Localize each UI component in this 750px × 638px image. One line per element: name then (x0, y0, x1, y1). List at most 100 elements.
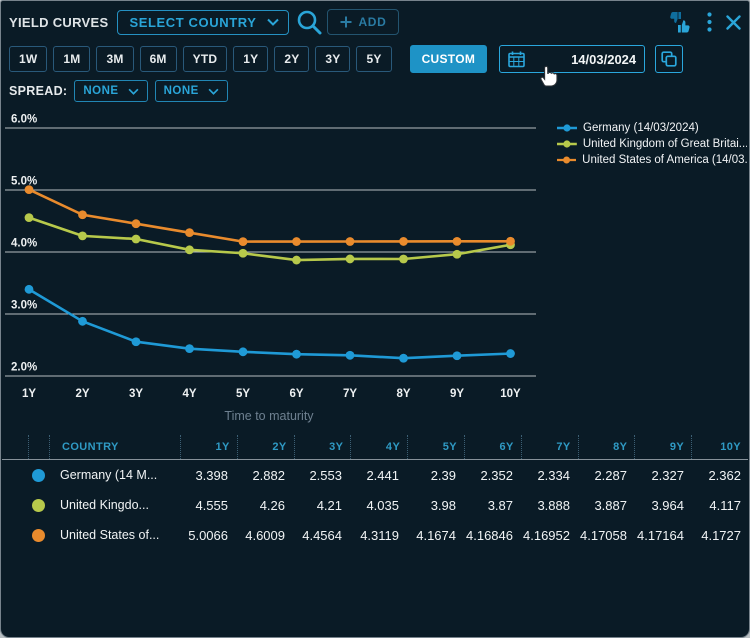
row-spacer (2, 520, 28, 550)
table-header-1y[interactable]: 1Y (181, 435, 238, 459)
chevron-down-icon (267, 18, 279, 26)
period-button-1m[interactable]: 1M (53, 46, 90, 72)
spread-label: SPREAD: (9, 84, 67, 98)
table-header-3y[interactable]: 3Y (295, 435, 352, 459)
spread-select-2-value: NONE (164, 85, 199, 97)
row-spacer (2, 460, 28, 490)
table-header-country[interactable]: COUNTRY (50, 435, 181, 459)
period-button-3y[interactable]: 3Y (315, 46, 350, 72)
yield-value-cell: 2.553 (292, 460, 349, 490)
period-button-2y[interactable]: 2Y (274, 46, 309, 72)
period-button-3m[interactable]: 3M (96, 46, 133, 72)
feedback-button[interactable] (668, 11, 693, 33)
table-header-7y[interactable]: 7Y (522, 435, 579, 459)
yield-value-cell: 3.98 (406, 490, 463, 520)
yield-value-cell: 5.0066 (178, 520, 235, 550)
chevron-down-icon (208, 88, 219, 95)
copy-icon (661, 51, 677, 67)
yield-value-cell: 3.887 (577, 490, 634, 520)
country-select[interactable]: SELECT COUNTRY (117, 10, 288, 35)
table-header-9y[interactable]: 9Y (635, 435, 692, 459)
yield-table: COUNTRY1Y2Y3Y4Y5Y6Y7Y8Y9Y10Y Germany (14… (2, 435, 748, 550)
spread-select-2[interactable]: NONE (155, 80, 228, 102)
custom-period-button[interactable]: CUSTOM (410, 45, 488, 73)
svg-text:2.0%: 2.0% (11, 362, 37, 374)
date-value: 14/03/2024 (525, 52, 636, 67)
yield-value-cell: 4.555 (178, 490, 235, 520)
legend-item[interactable]: United Kingdom of Great Britai... (557, 138, 747, 150)
legend-label: Germany (14/03/2024) (583, 122, 699, 134)
series-color-dot (28, 460, 48, 490)
yield-curves-window: YIELD CURVES SELECT COUNTRY ADD (0, 0, 750, 638)
table-header-10y[interactable]: 10Y (692, 435, 748, 459)
period-button-group: 1W1M3M 6MYTD1Y2Y3Y5Y (9, 46, 392, 72)
yield-value-cell: 4.1674 (406, 520, 463, 550)
legend-marker-icon (557, 155, 576, 165)
svg-text:2Y: 2Y (75, 388, 89, 400)
spread-bar: SPREAD: NONE NONE (9, 78, 228, 104)
country-select-value: SELECT COUNTRY (129, 15, 256, 30)
svg-text:8Y: 8Y (396, 388, 410, 400)
period-button-1y[interactable]: 1Y (233, 46, 268, 72)
copy-button[interactable] (655, 45, 683, 73)
svg-text:3.0%: 3.0% (11, 300, 37, 312)
close-icon (726, 15, 741, 30)
table-header-2y[interactable]: 2Y (238, 435, 295, 459)
spread-select-1-value: NONE (83, 85, 118, 97)
yield-value-cell: 4.21 (292, 490, 349, 520)
yield-value-cell: 2.362 (691, 460, 748, 490)
table-header-8y[interactable]: 8Y (579, 435, 636, 459)
yield-value-cell: 2.352 (463, 460, 520, 490)
more-options-button[interactable] (707, 12, 712, 32)
country-name-cell: Germany (14 M... (48, 460, 178, 490)
yield-value-cell: 3.964 (634, 490, 691, 520)
svg-text:4.0%: 4.0% (11, 238, 37, 250)
plus-icon (340, 16, 352, 28)
yield-value-cell: 4.3119 (349, 520, 406, 550)
page-title: YIELD CURVES (9, 15, 108, 30)
period-button-ytd[interactable]: YTD (183, 46, 228, 72)
legend-item[interactable]: United States of America (14/03... (557, 154, 747, 166)
yield-value-cell: 4.035 (349, 490, 406, 520)
svg-text:10Y: 10Y (500, 388, 521, 400)
close-button[interactable] (726, 15, 741, 30)
period-toolbar: 1W1M3M 6MYTD1Y2Y3Y5Y CUSTOM 14/03/2024 (9, 45, 741, 73)
kebab-menu-icon (707, 12, 712, 32)
legend-label: United Kingdom of Great Britai... (583, 138, 747, 150)
table-header-spacer (2, 435, 29, 459)
add-button-label: ADD (359, 15, 387, 29)
legend-item[interactable]: Germany (14/03/2024) (557, 122, 747, 134)
yield-value-cell: 3.888 (520, 490, 577, 520)
window-controls (668, 11, 741, 33)
add-button[interactable]: ADD (327, 9, 400, 35)
yield-value-cell: 4.17164 (634, 520, 691, 550)
series-color-dot (28, 520, 48, 550)
svg-text:4Y: 4Y (182, 388, 196, 400)
period-button-5y[interactable]: 5Y (356, 46, 391, 72)
date-input[interactable]: 14/03/2024 (499, 45, 645, 73)
svg-text:5.0%: 5.0% (11, 176, 37, 188)
table-row[interactable]: United States of...5.00664.60094.45644.3… (2, 520, 748, 550)
yield-value-cell: 4.26 (235, 490, 292, 520)
custom-period-label: CUSTOM (422, 52, 476, 66)
yield-value-cell: 2.327 (634, 460, 691, 490)
svg-text:6Y: 6Y (289, 388, 303, 400)
yield-value-cell: 4.4564 (292, 520, 349, 550)
period-button-1w[interactable]: 1W (9, 46, 47, 72)
table-header-5y[interactable]: 5Y (408, 435, 465, 459)
period-button-6m[interactable]: 6M (140, 46, 177, 72)
svg-text:6.0%: 6.0% (11, 114, 37, 126)
yield-value-cell: 4.16846 (463, 520, 520, 550)
series-color-dot (28, 490, 48, 520)
search-button[interactable] (295, 8, 323, 36)
title-bar: YIELD CURVES SELECT COUNTRY ADD (9, 7, 741, 37)
table-header-4y[interactable]: 4Y (351, 435, 408, 459)
chart-legend: Germany (14/03/2024) United Kingdom of G… (557, 122, 747, 166)
svg-text:5Y: 5Y (236, 388, 250, 400)
table-row[interactable]: United Kingdo...4.5554.264.214.0353.983.… (2, 490, 748, 520)
table-row[interactable]: Germany (14 M...3.3982.8822.5532.4412.39… (2, 460, 748, 490)
legend-marker-icon (557, 123, 577, 133)
table-header-6y[interactable]: 6Y (465, 435, 522, 459)
legend-marker-icon (557, 139, 577, 149)
spread-select-1[interactable]: NONE (74, 80, 147, 102)
